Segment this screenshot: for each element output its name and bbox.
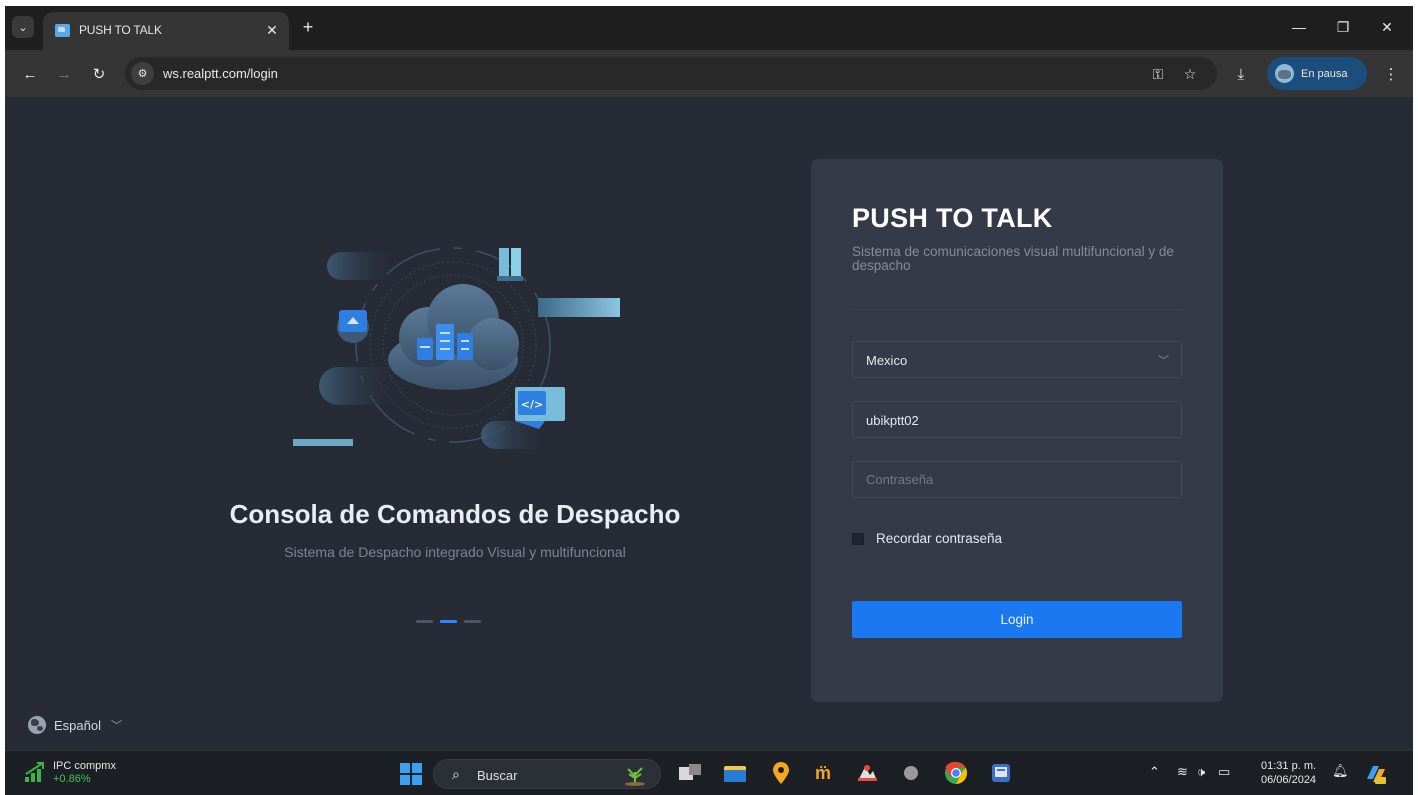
app-m-icon[interactable]: m̈ xyxy=(811,761,835,785)
password-field[interactable] xyxy=(852,461,1182,498)
region-select[interactable]: Mexico ﹀ xyxy=(852,341,1182,378)
forward-button[interactable]: → xyxy=(52,62,76,86)
svg-text:</>: </> xyxy=(521,398,543,411)
reload-button[interactable]: ↻ xyxy=(87,62,111,86)
language-label: Español xyxy=(54,717,101,733)
username-field[interactable]: ubikptt02 xyxy=(852,401,1182,438)
login-subtitle: Sistema de comunicaciones visual multifu… xyxy=(852,244,1174,273)
carousel-dot[interactable] xyxy=(464,620,481,623)
tab-push-to-talk[interactable]: PUSH TO TALK ✕ xyxy=(43,12,289,50)
clock-date: 06/06/2024 xyxy=(1261,774,1317,786)
bookmark-star-icon[interactable]: ☆ xyxy=(1180,64,1200,84)
remember-password-checkbox[interactable] xyxy=(852,532,864,545)
file-explorer-icon[interactable] xyxy=(723,761,747,785)
carousel-dot[interactable] xyxy=(416,620,433,623)
chevron-down-icon: ﹀ xyxy=(1158,355,1169,367)
login-button[interactable]: Login xyxy=(852,601,1182,638)
clock-time: 01:31 p. m. xyxy=(1261,760,1317,772)
tab-search-button[interactable]: ⌄ xyxy=(12,16,34,38)
url-text[interactable]: ws.realptt.com/login xyxy=(163,66,278,81)
close-window-button[interactable]: ✕ xyxy=(1372,14,1402,40)
chevron-up-icon[interactable]: ⌃ xyxy=(1149,764,1160,780)
language-selector[interactable]: Español ﹀ xyxy=(28,716,122,734)
copilot-icon[interactable] xyxy=(1364,762,1388,786)
screen-app-icon[interactable] xyxy=(989,761,1013,785)
wifi-icon[interactable]: ≋ xyxy=(1177,764,1188,780)
avatar xyxy=(1275,64,1294,83)
maps-pin-icon[interactable] xyxy=(769,761,793,785)
tab-strip: ⌄ PUSH TO TALK ✕ + — ❐ ✕ xyxy=(5,6,1413,50)
login-card: PUSH TO TALK Sistema de comunicaciones v… xyxy=(811,159,1223,702)
chevron-down-icon: ﹀ xyxy=(110,720,122,732)
notification-bell-icon[interactable]: 🔔︎ xyxy=(1332,763,1349,779)
stock-widget[interactable]: IPC compmx +0.86% xyxy=(23,760,116,786)
carousel-dot-active[interactable] xyxy=(440,620,457,623)
system-clock[interactable]: 01:31 p. m. 06/06/2024 xyxy=(1261,759,1316,787)
tab-title: PUSH TO TALK xyxy=(79,23,162,37)
taskbar-search[interactable]: ⌕ Buscar xyxy=(433,759,661,789)
browser-window: ⌄ PUSH TO TALK ✕ + — ❐ ✕ ← → ↻ ⚙ ws.real… xyxy=(5,6,1413,795)
new-tab-button[interactable]: + xyxy=(297,16,319,38)
back-button[interactable]: ← xyxy=(18,62,42,86)
hero-title: Consola de Comandos de Despacho xyxy=(229,499,681,529)
cloud-dispatch-illustration: </> xyxy=(293,247,620,449)
restore-button[interactable]: ❐ xyxy=(1328,14,1358,40)
username-value: ubikptt02 xyxy=(866,413,919,428)
password-input[interactable] xyxy=(853,462,1181,497)
search-highlight-icon xyxy=(625,767,645,786)
stock-chart-icon xyxy=(23,760,47,784)
address-bar[interactable]: ⚙ ws.realptt.com/login ⚿ ☆ xyxy=(125,57,1217,90)
login-title: PUSH TO TALK xyxy=(852,203,1053,233)
tab-close-icon[interactable]: ✕ xyxy=(263,21,281,39)
tab-favicon-icon xyxy=(55,24,70,37)
remember-password-option[interactable]: Recordar contraseña xyxy=(852,531,1002,546)
region-select-value: Mexico xyxy=(866,353,908,368)
browser-toolbar: ← → ↻ ⚙ ws.realptt.com/login ⚿ ☆ ⤓ En pa… xyxy=(5,50,1413,97)
profile-status-label: En pausa xyxy=(1301,67,1348,80)
login-page: </> Consola de Comandos de Despacho Sist… xyxy=(5,97,1413,750)
search-label: Buscar xyxy=(477,768,518,783)
remember-password-label: Recordar contraseña xyxy=(876,531,1003,546)
profile-button[interactable]: En pausa xyxy=(1267,57,1367,90)
hero-subtitle: Sistema de Despacho integrado Visual y m… xyxy=(284,544,626,560)
divider xyxy=(852,309,1182,310)
search-icon: ⌕ xyxy=(452,766,460,782)
task-view-icon[interactable] xyxy=(678,761,702,785)
chrome-icon[interactable] xyxy=(944,761,968,785)
minimize-button[interactable]: — xyxy=(1284,14,1314,40)
password-key-icon[interactable]: ⚿ xyxy=(1148,64,1168,84)
start-button[interactable] xyxy=(400,763,422,785)
windows-taskbar: IPC compmx +0.86% ⌕ Buscar m̈ ⌃ ≋ 🕩 ▭ 01… xyxy=(5,750,1413,795)
app-circle-icon[interactable] xyxy=(899,761,923,785)
downloads-icon[interactable]: ⤓ xyxy=(1229,62,1253,86)
stock-change: +0.86% xyxy=(53,773,91,785)
browser-menu-icon[interactable]: ⋮ xyxy=(1379,62,1403,86)
photos-icon[interactable] xyxy=(855,761,879,785)
carousel-indicator xyxy=(416,620,481,623)
globe-icon xyxy=(28,716,46,734)
stock-name: IPC compmx xyxy=(53,760,116,772)
battery-icon[interactable]: ▭ xyxy=(1218,764,1230,780)
site-info-icon[interactable]: ⚙ xyxy=(131,62,154,85)
speaker-icon[interactable]: 🕩 xyxy=(1197,764,1205,780)
